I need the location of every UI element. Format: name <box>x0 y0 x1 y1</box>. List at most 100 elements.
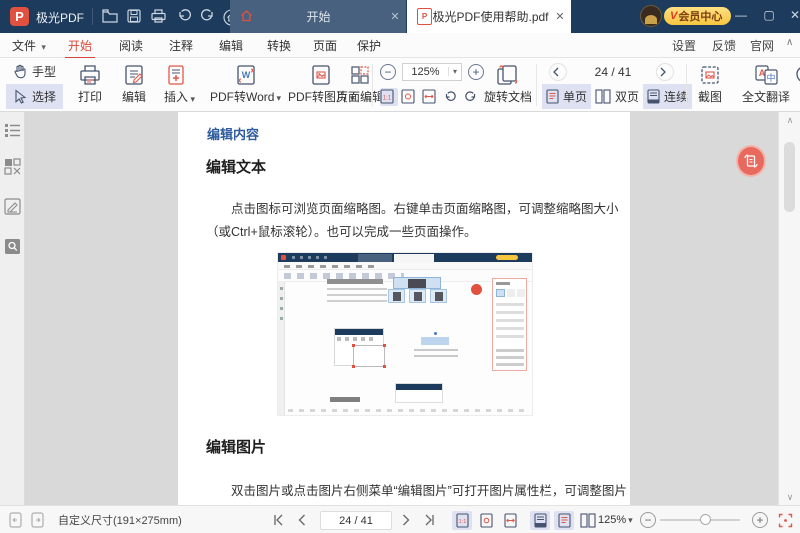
tab-home[interactable]: 开始 ✕ <box>230 0 406 33</box>
vip-label: 会员中心 <box>678 11 723 23</box>
status-actual-size-button[interactable]: 1:1 <box>452 510 472 530</box>
insert-button[interactable]: 插入 ▾ <box>158 58 196 111</box>
menu-tab-read[interactable]: 阅读 <box>116 37 146 54</box>
cursor-icon <box>15 89 27 104</box>
menu-tab-home[interactable]: 开始 <box>65 37 96 59</box>
status-fit-width-button[interactable] <box>500 511 520 530</box>
menu-tab-protect[interactable]: 保护 <box>354 37 384 54</box>
first-page-button[interactable] <box>272 511 284 529</box>
menu-tab-annotate[interactable]: 注释 <box>166 37 196 54</box>
actual-size-button[interactable]: 1:1 <box>380 87 398 106</box>
toolbar-group-pointer: 手型 选择 <box>6 59 64 109</box>
svg-text:1:1: 1:1 <box>458 519 466 525</box>
fit-width-button[interactable] <box>422 88 440 106</box>
svg-text:1:1: 1:1 <box>383 96 392 102</box>
outline-panel-icon[interactable] <box>4 122 21 139</box>
menu-feedback[interactable]: 反馈 <box>712 37 736 54</box>
scroll-down-icon[interactable]: ∨ <box>779 489 800 505</box>
menu-tab-convert[interactable]: 转换 <box>264 37 294 54</box>
tab-home-close-icon[interactable]: ✕ <box>384 10 406 23</box>
status-zoom-text: 125% <box>598 514 627 526</box>
minimize-button[interactable]: — <box>728 0 754 30</box>
user-avatar[interactable] <box>640 5 662 27</box>
zoom-caret-icon[interactable]: ▾ <box>448 67 461 76</box>
clipped-toolbar-button[interactable]: 背 <box>788 58 800 111</box>
svg-text:中: 中 <box>766 72 775 83</box>
select-tool-label: 选择 <box>32 90 57 104</box>
undo-icon[interactable] <box>174 7 194 26</box>
edit-button[interactable]: 编辑 <box>116 58 152 111</box>
menu-tab-edit[interactable]: 编辑 <box>216 37 246 54</box>
prev-view-button[interactable] <box>8 511 23 529</box>
vertical-scrollbar[interactable]: ∧ ∨ <box>778 112 800 505</box>
edit-doc-icon <box>125 65 143 85</box>
status-page-box[interactable]: 24 / 41 <box>320 510 392 530</box>
rotate-document-button[interactable]: 旋转文档 <box>478 58 538 111</box>
hand-tool-button[interactable]: 手型 <box>6 59 63 84</box>
hand-icon <box>14 64 26 79</box>
pdf-to-word-button[interactable]: W PDF转Word ▾ <box>204 58 287 111</box>
search-panel-icon[interactable] <box>4 238 21 255</box>
prev-page-button[interactable] <box>549 62 567 81</box>
print-button[interactable]: 打印 <box>72 58 108 111</box>
fullscreen-icon <box>778 513 793 527</box>
menu-tab-page[interactable]: 页面 <box>310 37 340 54</box>
select-tool-button[interactable]: 选择 <box>6 84 64 109</box>
floating-convert-button[interactable] <box>736 145 768 178</box>
word-doc-icon: W <box>236 65 255 85</box>
rotate-ccw-button[interactable] <box>443 88 461 106</box>
menu-settings[interactable]: 设置 <box>672 37 696 54</box>
continuous-button[interactable]: 连续 <box>643 84 693 109</box>
fullscreen-button[interactable] <box>778 511 793 529</box>
vip-center-button[interactable]: V 会员中心 <box>664 7 732 25</box>
tab-document[interactable]: P 极光PDF使用帮助.pdf ✕ <box>407 0 571 33</box>
document-viewport[interactable]: 编辑内容 编辑文本 点击图标可浏览页面缩略图。右键单击页面缩略图，可调整缩略图大… <box>25 112 778 505</box>
fit-page-button[interactable] <box>401 88 419 106</box>
page-edit-label: 页面编辑 <box>336 90 385 104</box>
last-page-button[interactable] <box>424 511 436 529</box>
es-float-button <box>471 284 482 295</box>
save-icon[interactable] <box>124 7 144 26</box>
convert-doc-icon <box>744 154 758 168</box>
zoom-level-box[interactable]: 125% ▾ <box>402 62 462 81</box>
single-page-button[interactable]: 单页 <box>542 84 592 109</box>
status-zoom-out-button[interactable]: − <box>640 511 656 529</box>
single-page-label: 单页 <box>563 90 588 104</box>
toolbar-separator <box>536 64 537 106</box>
translate-button[interactable]: A中 全文翻译 <box>736 58 796 111</box>
redo-icon[interactable] <box>198 7 218 26</box>
zoom-out-icon[interactable]: − <box>380 63 396 80</box>
status-fit-page-button[interactable] <box>476 511 496 530</box>
zoom-slider-handle[interactable] <box>700 514 711 525</box>
open-file-icon[interactable] <box>100 7 120 26</box>
close-button[interactable]: ✕ <box>782 0 800 30</box>
collapse-ribbon-icon[interactable]: ∧ <box>786 37 793 48</box>
hand-tool-label: 手型 <box>32 65 57 79</box>
status-single-page-button[interactable] <box>554 510 574 530</box>
next-view-button[interactable] <box>30 511 45 529</box>
annotation-panel-icon[interactable] <box>4 198 21 215</box>
status-double-page-button[interactable] <box>578 511 598 530</box>
status-next-page-button[interactable] <box>402 511 411 529</box>
screenshot-button[interactable]: 截图 <box>692 58 728 111</box>
menu-file-label: 文件 <box>12 39 37 53</box>
thumbnail-panel-icon[interactable] <box>4 158 21 175</box>
insert-caret-icon: ▾ <box>190 94 196 104</box>
status-zoom-value[interactable]: 125% ▾ <box>598 511 633 529</box>
print-icon[interactable] <box>148 7 168 26</box>
doc-heading-section: 编辑内容 <box>207 127 260 142</box>
menu-file[interactable]: 文件 ▾ <box>12 37 46 54</box>
scrollbar-thumb[interactable] <box>784 142 795 212</box>
status-continuous-button[interactable] <box>530 510 550 530</box>
maximize-button[interactable]: ▢ <box>756 0 782 30</box>
tab-document-close-icon[interactable]: ✕ <box>549 10 571 23</box>
status-prev-page-button[interactable] <box>297 511 306 529</box>
single-page-icon <box>546 89 559 104</box>
scroll-up-icon[interactable]: ∧ <box>779 112 800 128</box>
toolbar-page-indicator[interactable]: 24 / 41 <box>595 65 632 79</box>
page-size-label: 自定义尺寸(191×275mm) <box>58 515 182 527</box>
menu-website[interactable]: 官网 <box>750 37 774 54</box>
next-page-button[interactable] <box>655 62 674 81</box>
double-page-button[interactable]: 双页 <box>591 84 643 109</box>
status-zoom-in-button[interactable]: + <box>752 511 768 529</box>
